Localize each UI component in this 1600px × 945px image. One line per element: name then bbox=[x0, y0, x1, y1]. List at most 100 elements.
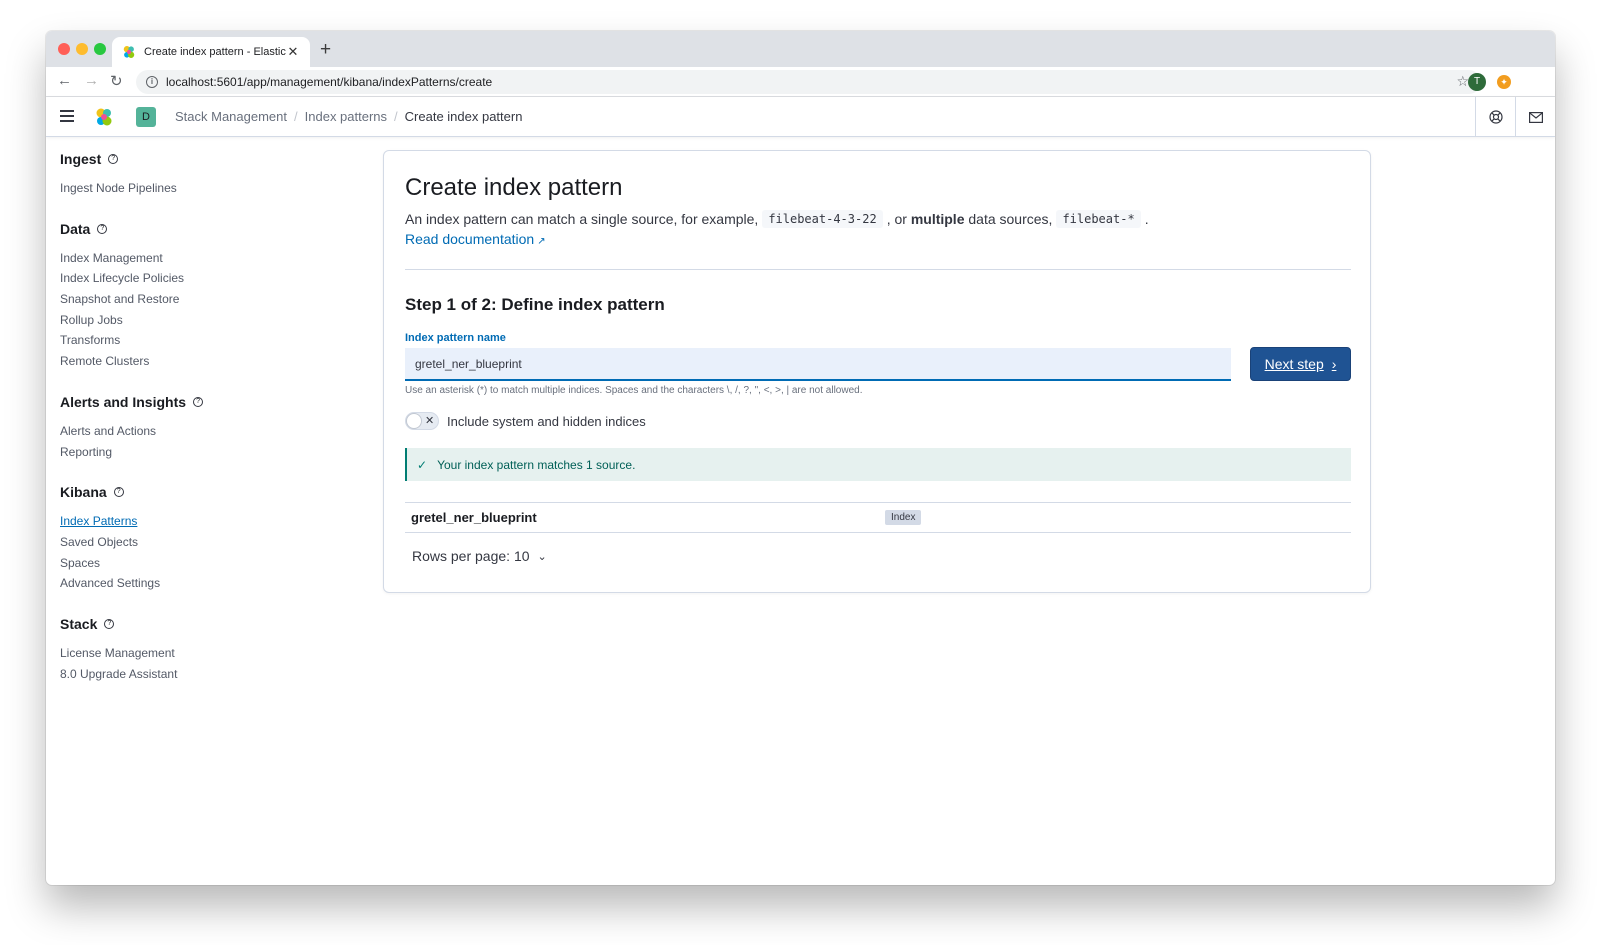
sidebar-section-alerts-and-insights: Alerts and Insights? Alerts and Actions … bbox=[60, 394, 360, 462]
step-title: Step 1 of 2: Define index pattern bbox=[405, 295, 665, 314]
sidebar-item-snapshot-and-restore[interactable]: Snapshot and Restore bbox=[60, 289, 360, 310]
breadcrumb-separator: / bbox=[394, 109, 398, 124]
breadcrumb: Stack Management / Index patterns / Crea… bbox=[175, 109, 522, 124]
close-window-button[interactable] bbox=[58, 43, 70, 55]
example-code-single: filebeat-4-3-22 bbox=[762, 210, 883, 228]
sidebar-item-saved-objects[interactable]: Saved Objects bbox=[60, 532, 360, 553]
external-link-icon: ↗ bbox=[537, 236, 546, 247]
check-icon: ✓ bbox=[417, 457, 428, 472]
extension-icon[interactable]: ✦ bbox=[1497, 75, 1511, 89]
description-text: , or bbox=[886, 211, 907, 227]
sidebar-item-rollup-jobs[interactable]: Rollup Jobs bbox=[60, 310, 360, 331]
newsfeed-button[interactable] bbox=[1515, 97, 1555, 137]
reload-icon[interactable]: ↻ bbox=[110, 72, 123, 90]
chevron-down-icon: ⌄ bbox=[537, 550, 547, 563]
forward-arrow-icon[interactable]: → bbox=[84, 72, 99, 89]
cross-icon: ✕ bbox=[425, 415, 435, 427]
url-text[interactable]: localhost:5601/app/management/kibana/ind… bbox=[166, 75, 492, 89]
breadcrumb-current: Create index pattern bbox=[404, 109, 523, 124]
header-actions bbox=[1475, 97, 1555, 137]
index-pattern-name-input[interactable] bbox=[405, 348, 1231, 381]
question-icon[interactable]: ? bbox=[97, 223, 108, 234]
table-row: gretel_ner_blueprint Index bbox=[405, 502, 1351, 533]
question-icon[interactable]: ? bbox=[193, 396, 204, 407]
elastic-logo-icon bbox=[123, 46, 135, 58]
sidebar-item-reporting[interactable]: Reporting bbox=[60, 442, 360, 463]
next-step-button[interactable]: Next step › bbox=[1250, 347, 1351, 381]
question-icon[interactable]: ? bbox=[108, 154, 119, 164]
match-success-callout: ✓ Your index pattern matches 1 source. bbox=[405, 448, 1351, 481]
kibana-header: D Stack Management / Index patterns / Cr… bbox=[46, 97, 1555, 137]
back-arrow-icon[interactable]: ← bbox=[57, 72, 72, 89]
sidebar-item-spaces[interactable]: Spaces bbox=[60, 553, 360, 574]
description-bold: multiple bbox=[910, 211, 965, 227]
question-icon[interactable]: ? bbox=[113, 487, 124, 498]
input-help-text: Use an asterisk (*) to match multiple in… bbox=[405, 385, 863, 396]
management-sidebar: Ingest? Ingest Node Pipelines Data? Inde… bbox=[60, 151, 360, 706]
tab-close-icon[interactable]: ✕ bbox=[286, 44, 300, 60]
switch-knob bbox=[406, 413, 422, 429]
mail-icon bbox=[1528, 111, 1543, 123]
callout-text: Your index pattern matches 1 source. bbox=[437, 457, 636, 472]
sidebar-item-upgrade-assistant[interactable]: 8.0 Upgrade Assistant bbox=[60, 664, 360, 685]
browser-tab-bar: Create index pattern - Elastic ✕ + bbox=[46, 31, 1555, 67]
sidebar-item-remote-clusters[interactable]: Remote Clusters bbox=[60, 351, 360, 372]
description-text: . bbox=[1144, 211, 1149, 227]
include-hidden-toggle-row: ✕ Include system and hidden indices bbox=[405, 412, 646, 430]
include-hidden-indices-switch[interactable]: ✕ bbox=[405, 412, 439, 430]
sidebar-item-index-management[interactable]: Index Management bbox=[60, 248, 360, 269]
breadcrumb-stack-management[interactable]: Stack Management bbox=[175, 109, 287, 124]
page-description: An index pattern can match a single sour… bbox=[405, 210, 1149, 228]
chevron-right-icon: › bbox=[1331, 356, 1337, 372]
sidebar-item-index-lifecycle-policies[interactable]: Index Lifecycle Policies bbox=[60, 268, 360, 289]
matching-indices-table: gretel_ner_blueprint Index bbox=[405, 502, 1351, 533]
sidebar-section-title: Data bbox=[60, 220, 91, 237]
browser-tab-active[interactable]: Create index pattern - Elastic ✕ bbox=[112, 37, 310, 67]
sidebar-section-kibana: Kibana? Index Patterns Saved Objects Spa… bbox=[60, 484, 360, 594]
sidebar-section-title: Kibana bbox=[60, 484, 107, 501]
rows-per-page-label[interactable]: Rows per page: 10 bbox=[412, 548, 530, 564]
index-name-cell: gretel_ner_blueprint bbox=[411, 510, 537, 525]
sidebar-item-alerts-and-actions[interactable]: Alerts and Actions bbox=[60, 421, 360, 442]
sidebar-item-advanced-settings[interactable]: Advanced Settings bbox=[60, 573, 360, 594]
sidebar-item-license-management[interactable]: License Management bbox=[60, 643, 360, 664]
sidebar-item-index-patterns[interactable]: Index Patterns bbox=[60, 511, 360, 532]
browser-window: Create index pattern - Elastic ✕ + ← → ↻… bbox=[46, 31, 1555, 885]
space-selector-avatar[interactable]: D bbox=[136, 107, 156, 127]
sidebar-section-data: Data? Index Management Index Lifecycle P… bbox=[60, 221, 360, 372]
browser-toolbar: ← → ↻ i localhost:5601/app/management/ki… bbox=[46, 67, 1555, 97]
sidebar-section-title: Alerts and Insights bbox=[60, 393, 187, 410]
address-bar[interactable]: i localhost:5601/app/management/kibana/i… bbox=[136, 70, 1481, 94]
sidebar-item-ingest-node-pipelines[interactable]: Ingest Node Pipelines bbox=[60, 178, 360, 199]
hamburger-menu-icon[interactable] bbox=[60, 110, 74, 122]
tab-title: Create index pattern - Elastic bbox=[144, 46, 286, 58]
breadcrumb-index-patterns[interactable]: Index patterns bbox=[305, 109, 387, 124]
next-step-label[interactable]: Next step bbox=[1265, 356, 1324, 372]
maximize-window-button[interactable] bbox=[94, 43, 106, 55]
sidebar-section-stack: Stack? License Management 8.0 Upgrade As… bbox=[60, 616, 360, 684]
create-index-pattern-panel: Create index pattern An index pattern ca… bbox=[383, 150, 1371, 593]
page-title: Create index pattern bbox=[405, 174, 623, 201]
read-documentation-link[interactable]: Read documentation ↗ bbox=[405, 231, 546, 247]
example-code-multiple: filebeat-* bbox=[1056, 210, 1141, 228]
minimize-window-button[interactable] bbox=[76, 43, 88, 55]
description-text: data sources, bbox=[968, 211, 1053, 227]
help-menu-button[interactable] bbox=[1475, 97, 1515, 137]
index-pattern-name-label: Index pattern name bbox=[405, 332, 506, 344]
sidebar-section-title: Ingest bbox=[60, 151, 102, 167]
new-tab-button[interactable]: + bbox=[320, 39, 331, 61]
question-icon[interactable]: ? bbox=[104, 618, 115, 629]
breadcrumb-separator: / bbox=[294, 109, 298, 124]
sidebar-item-transforms[interactable]: Transforms bbox=[60, 330, 360, 351]
sidebar-section-ingest: Ingest? Ingest Node Pipelines bbox=[60, 151, 360, 199]
index-type-badge: Index bbox=[885, 510, 922, 525]
site-info-icon[interactable]: i bbox=[146, 76, 158, 88]
read-documentation-label[interactable]: Read documentation bbox=[405, 231, 534, 247]
divider bbox=[405, 269, 1351, 270]
include-hidden-indices-label[interactable]: Include system and hidden indices bbox=[447, 414, 646, 429]
elastic-home-logo-icon[interactable] bbox=[94, 107, 114, 127]
description-text: An index pattern can match a single sour… bbox=[405, 211, 759, 227]
profile-avatar[interactable]: T bbox=[1468, 73, 1486, 91]
rows-per-page-selector[interactable]: Rows per page: 10 ⌄ bbox=[412, 548, 547, 564]
help-lifebuoy-icon bbox=[1488, 110, 1503, 124]
